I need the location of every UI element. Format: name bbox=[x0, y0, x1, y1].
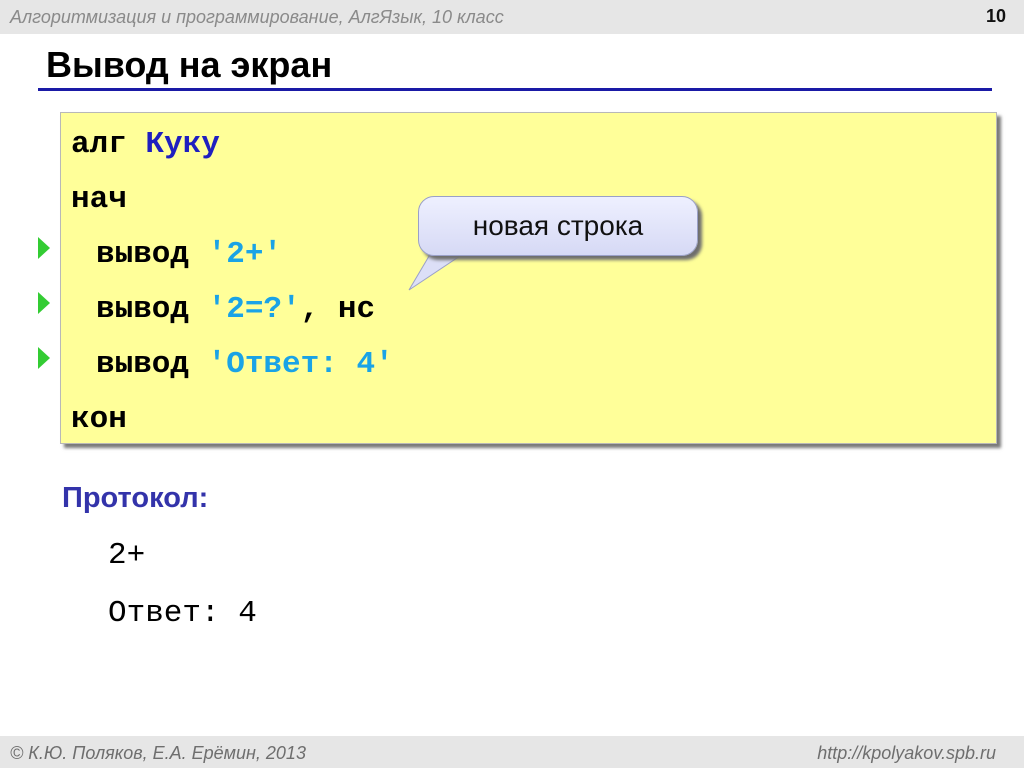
code-line-output-2: вывод '2=?', нс bbox=[96, 292, 375, 328]
site-url: http://kpolyakov.spb.ru bbox=[817, 743, 996, 763]
green-arrow-icon bbox=[38, 347, 50, 369]
code-line-output-1: вывод '2+' bbox=[96, 237, 282, 273]
green-arrow-icon bbox=[38, 292, 50, 314]
code-line-output-3: вывод 'Ответ: 4' bbox=[96, 347, 394, 383]
string-literal: '2+' bbox=[207, 237, 283, 272]
green-arrow-icon bbox=[38, 237, 50, 259]
keyword-output: вывод bbox=[96, 292, 208, 327]
callout-text: новая строка bbox=[472, 210, 644, 241]
footer-bar: © К.Ю. Поляков, Е.А. Ерёмин, 2013 http:/… bbox=[0, 736, 1024, 768]
copyright-text: © К.Ю. Поляков, Е.А. Ерёмин, 2013 bbox=[10, 743, 306, 763]
protocol-line-1: 2+ bbox=[108, 538, 146, 573]
code-line-begin: нач bbox=[71, 182, 127, 217]
code-line-end: кон bbox=[71, 402, 127, 437]
string-literal: '2=?' bbox=[207, 292, 301, 327]
protocol-label: Протокол: bbox=[62, 482, 209, 514]
algorithm-name: Куку bbox=[145, 127, 220, 162]
string-literal: 'Ответ: 4' bbox=[207, 347, 394, 382]
slide-title: Вывод на экран bbox=[46, 44, 333, 85]
protocol-line-2: Ответ: 4 bbox=[108, 596, 257, 631]
callout-bubble: новая строка bbox=[418, 196, 698, 256]
code-line-alg: алг Куку bbox=[71, 127, 220, 163]
page-number: 10 bbox=[985, 6, 1006, 26]
course-title: Алгоритмизация и программирование, АлгЯз… bbox=[10, 7, 504, 27]
keyword-output: вывод bbox=[96, 237, 208, 272]
keyword-alg: алг bbox=[71, 127, 146, 162]
newline-arg: , нс bbox=[300, 292, 376, 327]
title-underline bbox=[38, 88, 992, 91]
keyword-output: вывод bbox=[96, 347, 208, 382]
header-bar: Алгоритмизация и программирование, АлгЯз… bbox=[0, 0, 1024, 34]
